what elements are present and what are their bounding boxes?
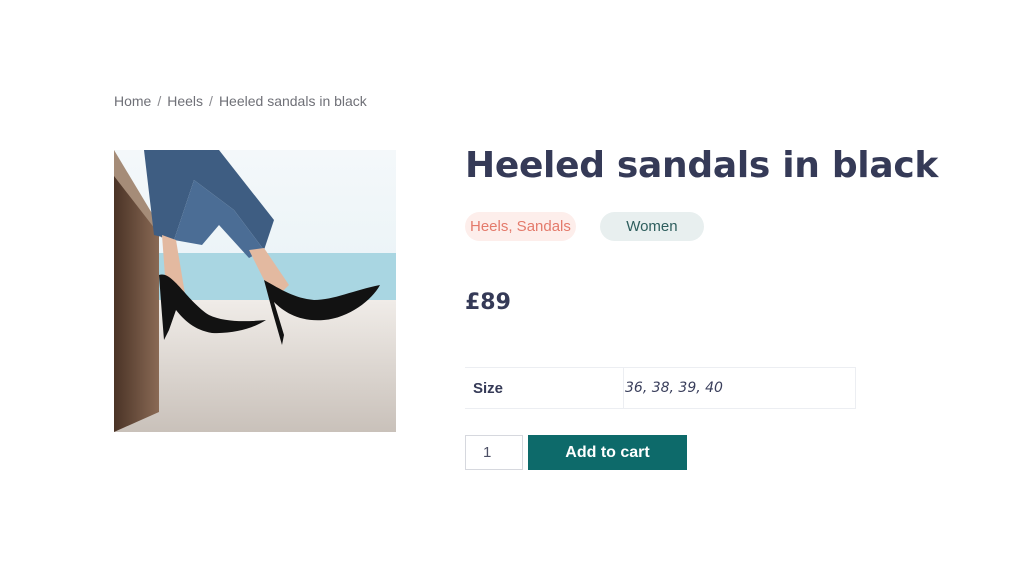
gender-tag-link[interactable]: Women <box>599 212 704 241</box>
product-image[interactable] <box>114 150 396 432</box>
attribute-label-size: Size <box>465 367 624 409</box>
breadcrumb-separator: / <box>157 93 162 109</box>
product-title: Heeled sandals in black <box>465 145 939 186</box>
breadcrumb-current: Heeled sandals in black <box>218 93 367 109</box>
breadcrumb-home-link[interactable]: Home <box>114 93 151 109</box>
attribute-value-size: 36, 38, 39, 40 <box>623 367 856 409</box>
table-row: Size 36, 38, 39, 40 <box>465 367 856 409</box>
product-attributes-table: Size 36, 38, 39, 40 <box>465 367 856 409</box>
product-tags: Heels, Sandals Women <box>465 212 704 241</box>
add-to-cart-button[interactable]: Add to cart <box>528 435 687 470</box>
category-tag-link[interactable]: Heels, Sandals <box>465 212 576 241</box>
quantity-input[interactable] <box>465 435 523 470</box>
product-photo <box>114 150 396 432</box>
breadcrumb: Home / Heels / Heeled sandals in black <box>114 93 367 109</box>
breadcrumb-separator: / <box>209 93 213 109</box>
product-price: £89 <box>465 290 511 315</box>
breadcrumb-heels-link[interactable]: Heels <box>167 93 203 109</box>
